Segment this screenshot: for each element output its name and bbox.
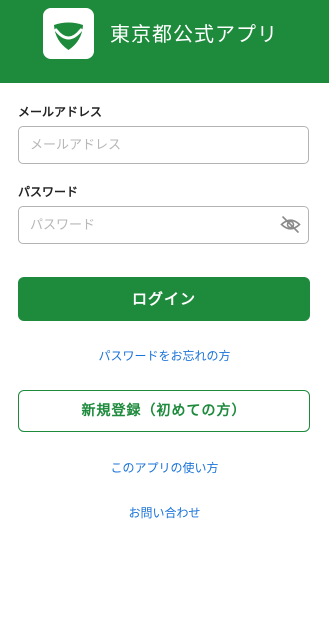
forgot-password-link[interactable]: パスワードをお忘れの方 (0, 347, 329, 364)
app-header: 東京都公式アプリ (0, 0, 329, 83)
contact-link[interactable]: お問い合わせ (0, 504, 329, 521)
tokyo-logo (43, 8, 94, 59)
login-button[interactable]: ログイン (18, 277, 310, 321)
eye-slash-icon[interactable] (280, 215, 301, 234)
password-label: パスワード (18, 185, 79, 199)
how-to-use-link[interactable]: このアプリの使い方 (0, 459, 329, 476)
ginkgo-leaf-icon (54, 22, 83, 50)
email-label: メールアドレス (18, 105, 103, 119)
password-input[interactable] (18, 206, 309, 244)
app-title: 東京都公式アプリ (110, 22, 278, 46)
email-input[interactable] (18, 126, 309, 164)
register-button[interactable]: 新規登録（初めての方） (18, 390, 310, 432)
